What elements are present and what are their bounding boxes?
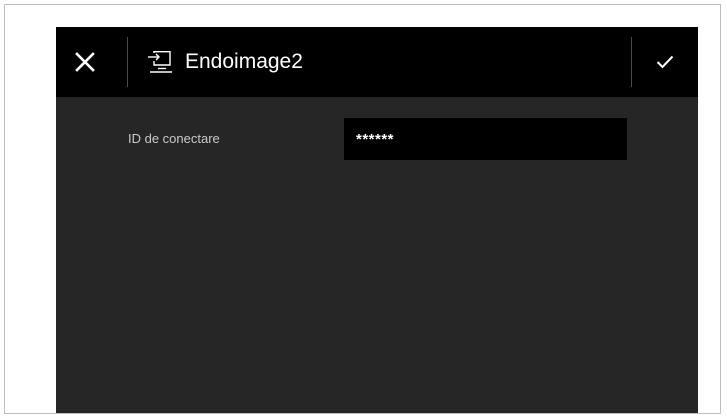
dialog-screen: Endoimage2 ID de conectare <box>56 27 698 413</box>
dialog-title: Endoimage2 <box>185 50 303 73</box>
checkmark-icon <box>656 55 674 69</box>
dialog-header: Endoimage2 <box>56 27 698 97</box>
close-button[interactable] <box>70 47 100 77</box>
close-icon <box>75 52 95 72</box>
input-device-icon <box>148 51 172 73</box>
confirm-button[interactable] <box>652 49 678 75</box>
device-frame: Endoimage2 ID de conectare <box>4 4 721 414</box>
connection-id-input[interactable] <box>344 118 627 160</box>
connection-id-label: ID de conectare <box>128 131 220 146</box>
header-divider-left <box>127 37 128 87</box>
header-divider-right <box>631 37 632 87</box>
